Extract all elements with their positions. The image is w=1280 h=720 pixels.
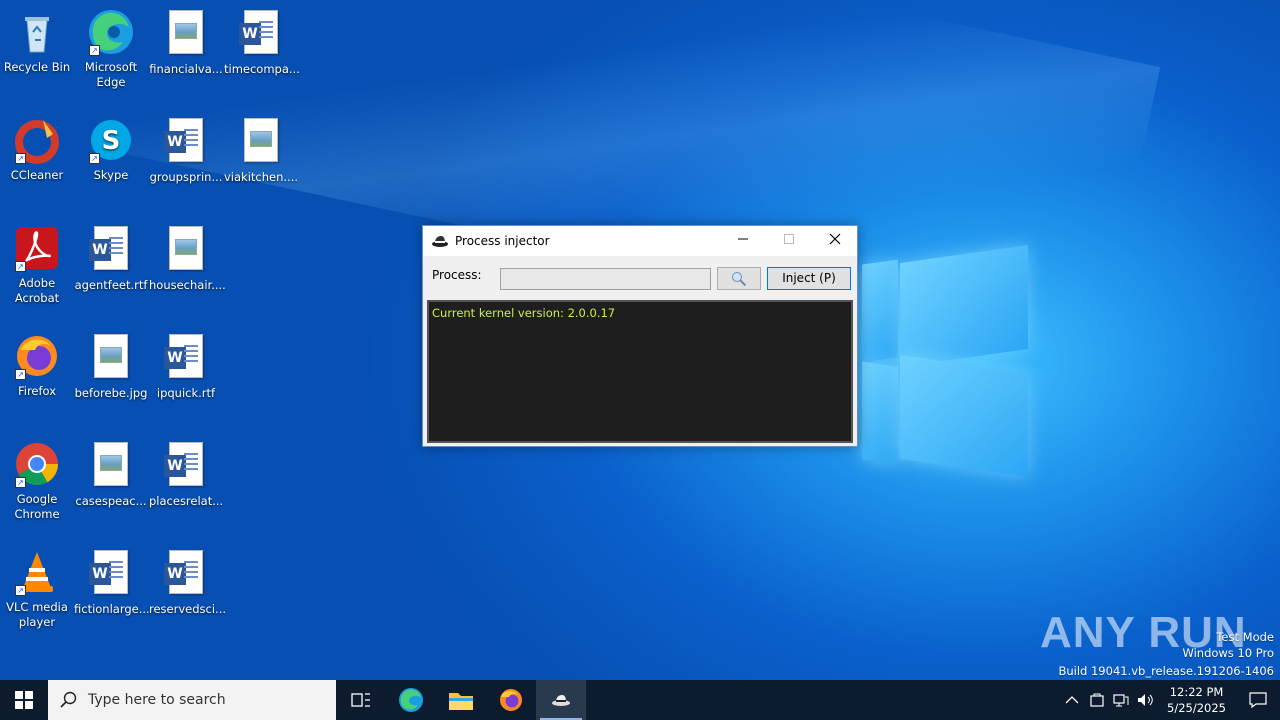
volume-icon[interactable]	[1137, 692, 1155, 708]
desktop-icon-viakitchen[interactable]: viakitchen....	[224, 116, 298, 185]
action-center-button[interactable]	[1236, 680, 1280, 720]
taskbar-firefox-button[interactable]	[486, 680, 536, 720]
word-doc-icon: W	[87, 226, 135, 274]
title-bar[interactable]: Process injector	[423, 226, 857, 256]
windows-edition-text: Windows 10 Pro	[1182, 646, 1274, 660]
clock-date: 5/25/2025	[1167, 701, 1226, 715]
desktop-icon-casespeac[interactable]: casespeac...	[74, 440, 148, 509]
maximize-icon	[784, 234, 794, 244]
vlc-icon: ↗	[13, 548, 61, 596]
desktop-icon-acrobat[interactable]: ↗ Adobe Acrobat	[0, 224, 74, 306]
taskbar-process-injector-button[interactable]	[536, 680, 586, 720]
security-icon[interactable]	[1089, 692, 1105, 708]
inject-button[interactable]: Inject (P)	[767, 267, 851, 290]
desktop-icon-ipquick[interactable]: W ipquick.rtf	[149, 332, 223, 401]
test-mode-text: Test Mode	[1216, 630, 1274, 644]
system-tray: 12:22 PM 5/25/2025	[1065, 680, 1280, 720]
taskbar-explorer-button[interactable]	[436, 680, 486, 720]
taskbar: Type here to search 12:22 PM 5/25/2025	[0, 680, 1280, 720]
build-text: Build 19041.vb_release.191206-1406	[1058, 664, 1274, 678]
task-view-icon	[351, 693, 370, 707]
firefox-icon	[500, 689, 522, 711]
process-input[interactable]	[500, 268, 711, 290]
desktop-icon-vlc[interactable]: ↗ VLC media player	[0, 548, 74, 630]
app-hat-icon	[432, 236, 448, 247]
search-icon	[60, 691, 77, 708]
kernel-version-text: Current kernel version: 2.0.0.17	[432, 306, 616, 320]
process-injector-window[interactable]: Process injector Process: Inject (P) Cur…	[422, 225, 858, 447]
desktop-icon-firefox[interactable]: ↗ Firefox	[0, 332, 74, 399]
image-file-icon	[237, 118, 285, 166]
desktop-icon-agentfeet[interactable]: W agentfeet.rtf	[74, 224, 148, 293]
image-file-icon	[87, 442, 135, 490]
close-icon	[829, 233, 841, 245]
desktop-icon-beforebe[interactable]: beforebe.jpg	[74, 332, 148, 401]
clock-time: 12:22 PM	[1169, 685, 1224, 699]
console-output: Current kernel version: 2.0.0.17	[427, 300, 853, 443]
minimize-icon	[738, 238, 748, 240]
maximize-button[interactable]	[766, 226, 812, 256]
ccleaner-icon: ↗	[13, 116, 61, 164]
desktop-icon-fictionlarge[interactable]: W fictionlarge...	[74, 548, 150, 617]
file-explorer-icon	[449, 693, 473, 710]
windows-start-icon	[15, 691, 33, 709]
task-view-button[interactable]	[336, 680, 386, 720]
word-doc-icon: W	[162, 118, 210, 166]
desktop-icon-skype[interactable]: S ↗ Skype	[74, 116, 148, 183]
acrobat-icon: ↗	[13, 224, 61, 272]
magnifier-icon	[732, 272, 747, 287]
process-injector-icon	[552, 695, 570, 706]
minimize-button[interactable]	[720, 226, 766, 256]
recycle-bin-icon	[13, 8, 61, 56]
desktop-icon-reservedsci[interactable]: W reservedsci...	[149, 548, 226, 617]
desktop-icon-groupsprin[interactable]: W groupsprin...	[149, 116, 223, 185]
image-file-icon	[162, 10, 210, 58]
taskbar-search-box[interactable]: Type here to search	[48, 680, 336, 720]
notification-icon	[1249, 692, 1267, 708]
desktop-icon-ccleaner[interactable]: ↗ CCleaner	[0, 116, 74, 183]
clock[interactable]: 12:22 PM 5/25/2025	[1167, 684, 1226, 716]
desktop-icon-edge[interactable]: ↗ Microsoft Edge	[74, 8, 148, 90]
edge-icon: ↗	[87, 8, 135, 56]
desktop-icon-chrome[interactable]: ↗ Google Chrome	[0, 440, 74, 522]
word-doc-icon: W	[87, 550, 135, 598]
window-title: Process injector	[455, 234, 550, 248]
image-file-icon	[87, 334, 135, 382]
start-button[interactable]	[0, 680, 48, 720]
process-label: Process:	[432, 268, 482, 282]
edge-icon	[399, 688, 423, 712]
chevron-up-icon[interactable]	[1065, 695, 1079, 705]
skype-icon: S ↗	[87, 116, 135, 164]
image-file-icon	[162, 226, 210, 274]
desktop-icon-housechair[interactable]: housechair....	[149, 224, 226, 293]
taskbar-edge-button[interactable]	[386, 680, 436, 720]
desktop-icon-placesrelat[interactable]: W placesrelat...	[149, 440, 223, 509]
chrome-icon: ↗	[13, 440, 61, 488]
firefox-icon: ↗	[13, 332, 61, 380]
search-process-button[interactable]	[717, 267, 761, 290]
desktop-icon-recycle-bin[interactable]: Recycle Bin	[0, 8, 74, 75]
network-icon[interactable]	[1113, 692, 1129, 708]
word-doc-icon: W	[162, 334, 210, 382]
word-doc-icon: W	[162, 550, 210, 598]
desktop-icon-financialva[interactable]: financialva...	[149, 8, 223, 77]
word-doc-icon: W	[237, 10, 285, 58]
word-doc-icon: W	[162, 442, 210, 490]
desktop-icon-timecompa[interactable]: W timecompa...	[224, 8, 300, 77]
svg-text:S: S	[102, 126, 121, 156]
search-placeholder: Type here to search	[88, 692, 226, 708]
windows-logo	[852, 240, 1032, 480]
close-button[interactable]	[812, 226, 858, 256]
